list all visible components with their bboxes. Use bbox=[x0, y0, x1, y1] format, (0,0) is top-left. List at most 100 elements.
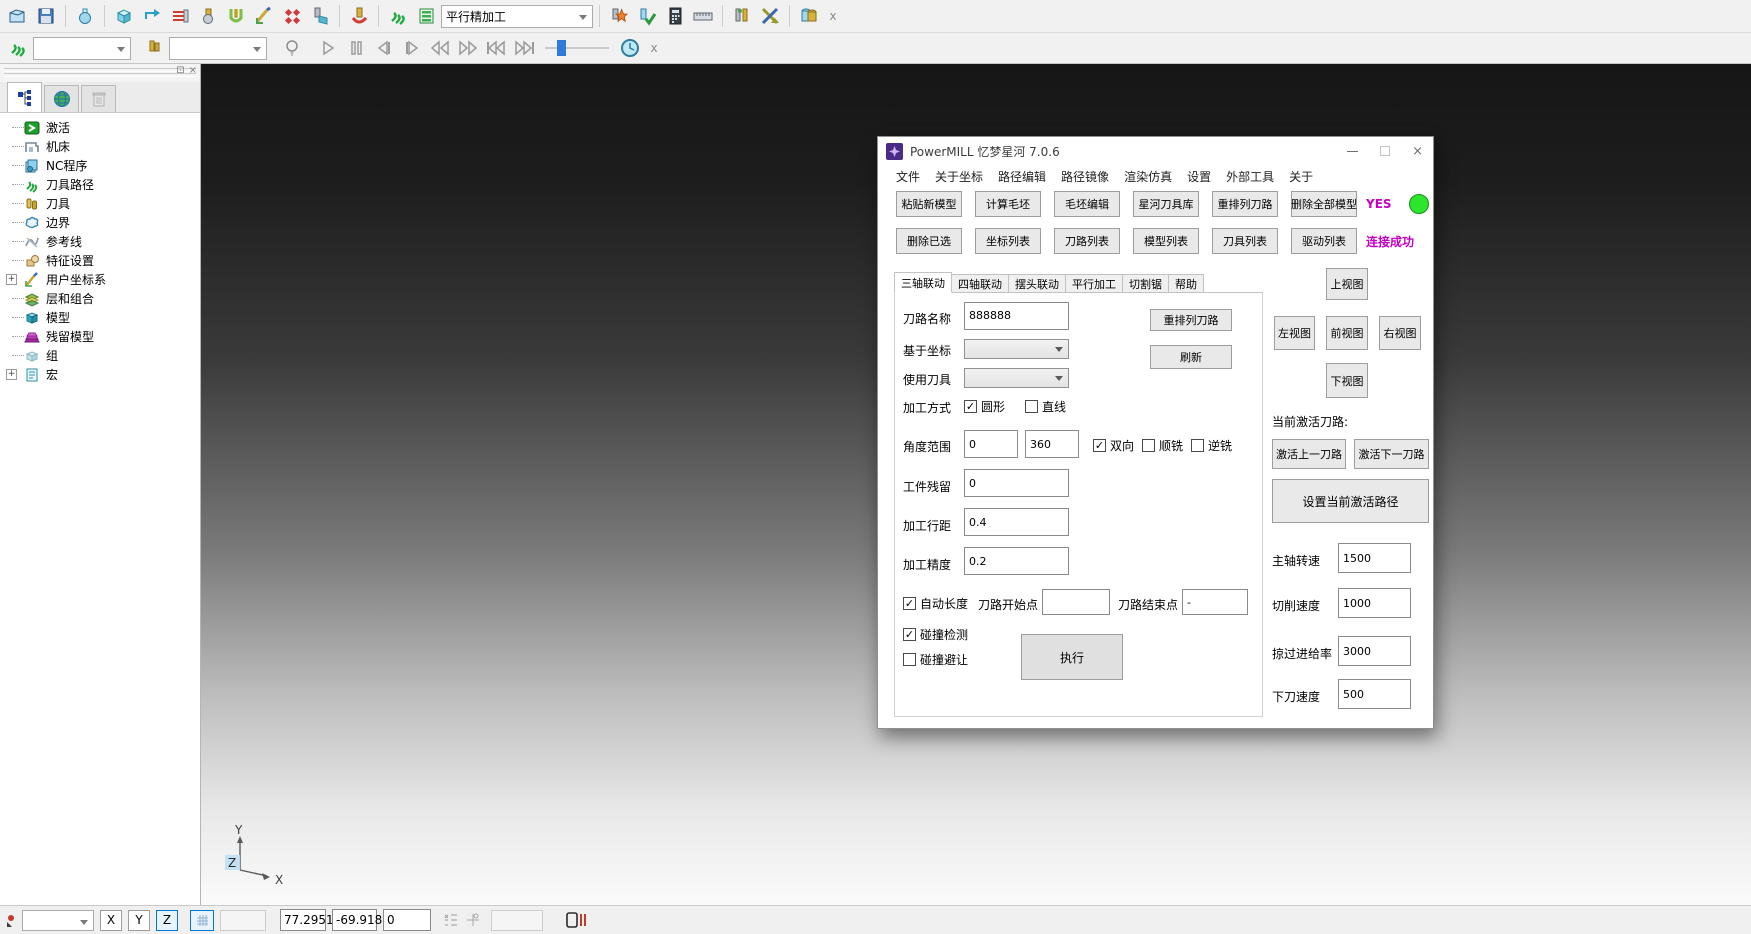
menu-render-sim[interactable]: 渲染仿真 bbox=[1124, 168, 1172, 185]
device-pause-icon[interactable] bbox=[565, 911, 587, 929]
model-list-button[interactable]: 模型列表 bbox=[1133, 228, 1199, 254]
tree-item-levels-sets[interactable]: 层和组合 bbox=[6, 289, 200, 308]
toolpath-name-input[interactable] bbox=[964, 302, 1069, 330]
calculator-icon[interactable] bbox=[662, 3, 688, 29]
menu-settings[interactable]: 设置 bbox=[1187, 168, 1211, 185]
panel-grip[interactable] bbox=[4, 73, 196, 77]
tab-explorer-tree[interactable] bbox=[7, 82, 42, 112]
tree-item-patterns[interactable]: 参考线 bbox=[6, 232, 200, 251]
xyz-list-icon[interactable] bbox=[443, 912, 459, 928]
toolpath-select-dropdown[interactable] bbox=[33, 37, 131, 60]
rewind-icon[interactable] bbox=[427, 35, 453, 61]
grid-toggle-button[interactable] bbox=[190, 910, 214, 931]
lightbulb-icon[interactable] bbox=[279, 35, 305, 61]
fast-forward-icon[interactable] bbox=[455, 35, 481, 61]
view-front-button[interactable]: 前视图 bbox=[1326, 316, 1368, 350]
go-to-start-icon[interactable] bbox=[483, 35, 509, 61]
checkbox-unchecked-icon[interactable] bbox=[1025, 400, 1038, 413]
paste-new-model-button[interactable]: 粘贴新模型 bbox=[896, 191, 962, 217]
climb-mill-checkbox[interactable]: 顺铣 bbox=[1142, 437, 1183, 454]
minimize-icon[interactable] bbox=[1347, 151, 1358, 152]
ink-bottle-icon[interactable] bbox=[72, 3, 98, 29]
delete-all-models-button[interactable]: 删除全部模型 bbox=[1291, 191, 1357, 217]
toolpath-list-button[interactable]: 刀路列表 bbox=[1054, 228, 1120, 254]
drums-icon[interactable] bbox=[796, 3, 822, 29]
checkbox-checked-icon[interactable]: ✓ bbox=[1093, 439, 1106, 452]
panel-close-icon[interactable]: × bbox=[189, 65, 197, 76]
checkbox-unchecked-icon[interactable] bbox=[1191, 439, 1204, 452]
view-bottom-button[interactable]: 下视图 bbox=[1326, 363, 1368, 398]
stock-remain-input[interactable] bbox=[964, 469, 1069, 497]
tree-item-boundaries[interactable]: 边界 bbox=[6, 213, 200, 232]
tolerance-input[interactable] bbox=[964, 547, 1069, 575]
cutting-feed-input[interactable] bbox=[1338, 588, 1411, 618]
tab-4axis[interactable]: 四轴联动 bbox=[952, 274, 1009, 293]
checkbox-unchecked-icon[interactable] bbox=[1142, 439, 1155, 452]
stock-edit-button[interactable]: 毛坯编辑 bbox=[1054, 191, 1120, 217]
menu-coords[interactable]: 关于坐标 bbox=[935, 168, 983, 185]
open-project-icon[interactable] bbox=[5, 3, 31, 29]
scatter-points-icon[interactable] bbox=[279, 3, 305, 29]
tool-select-icon[interactable] bbox=[141, 35, 167, 61]
viewport-3d[interactable]: Y Z X PowerMILL 忆梦星河 7.0.6 × 文件 bbox=[201, 64, 1751, 905]
axis-y-button[interactable]: Y bbox=[128, 910, 150, 931]
edit-workplane-icon[interactable] bbox=[251, 3, 277, 29]
rearrange-toolpaths-button[interactable]: 重排列刀路 bbox=[1212, 191, 1278, 217]
tool-ok-icon[interactable] bbox=[634, 3, 660, 29]
tool-select-dropdown[interactable] bbox=[169, 37, 267, 60]
ruler-icon[interactable] bbox=[690, 3, 716, 29]
execute-button[interactable]: 执行 bbox=[1021, 634, 1123, 680]
tree-item-workplanes[interactable]: + 用户坐标系 bbox=[6, 270, 200, 289]
tab-recycle-bin[interactable] bbox=[81, 85, 116, 112]
tree-item-models[interactable]: 模型 bbox=[6, 308, 200, 327]
set-active-path-button[interactable]: 设置当前激活路径 bbox=[1272, 479, 1429, 523]
pause-icon[interactable] bbox=[343, 35, 369, 61]
checkbox-checked-icon[interactable]: ✓ bbox=[903, 597, 916, 610]
checkbox-checked-icon[interactable]: ✓ bbox=[903, 628, 916, 641]
drive-list-button[interactable]: 驱动列表 bbox=[1291, 228, 1357, 254]
tree-item-nc-programs[interactable]: NC程序 bbox=[6, 156, 200, 175]
base-coord-dropdown[interactable] bbox=[964, 339, 1069, 359]
delete-selected-button[interactable]: 删除已选 bbox=[896, 228, 962, 254]
collision-check-checkbox[interactable]: ✓ 碰撞检测 bbox=[903, 626, 968, 643]
path-end-input[interactable] bbox=[1182, 589, 1248, 615]
tool-block-icon[interactable] bbox=[307, 3, 333, 29]
panel-grip[interactable] bbox=[4, 68, 196, 72]
block-model-icon[interactable] bbox=[111, 3, 137, 29]
angle-from-input[interactable] bbox=[964, 430, 1018, 458]
tab-3axis[interactable]: 三轴联动 bbox=[894, 272, 952, 293]
menu-path-mirror[interactable]: 路径镜像 bbox=[1061, 168, 1109, 185]
view-left-button[interactable]: 左视图 bbox=[1274, 316, 1315, 350]
axis-z-button[interactable]: Z bbox=[156, 910, 178, 931]
tab-web[interactable] bbox=[44, 85, 79, 112]
tree-item-feature-sets[interactable]: 特征设置 bbox=[6, 251, 200, 270]
tree-item-stock-models[interactable]: 残留模型 bbox=[6, 327, 200, 346]
collision-check-icon[interactable] bbox=[223, 3, 249, 29]
move-origin-icon[interactable] bbox=[465, 912, 481, 928]
go-to-end-icon[interactable] bbox=[511, 35, 537, 61]
tree-item-macros[interactable]: + 宏 bbox=[6, 365, 200, 384]
tool-list-button[interactable]: 刀具列表 bbox=[1212, 228, 1278, 254]
tab-swivel-head[interactable]: 摆头联动 bbox=[1009, 274, 1066, 293]
spindle-speed-input[interactable] bbox=[1338, 543, 1411, 573]
auto-length-checkbox[interactable]: ✓ 自动长度 bbox=[903, 595, 968, 612]
bidirectional-checkbox[interactable]: ✓ 双向 bbox=[1093, 437, 1134, 454]
tool-library-button[interactable]: 星河刀具库 bbox=[1133, 191, 1199, 217]
toolbar-close-icon[interactable]: x bbox=[824, 9, 842, 23]
tree-expander-icon[interactable]: + bbox=[6, 369, 17, 380]
use-tool-dropdown[interactable] bbox=[964, 368, 1069, 388]
panel-float-icon[interactable]: ⊡ bbox=[176, 65, 184, 76]
strategy-list-icon[interactable] bbox=[413, 3, 439, 29]
strategy-dropdown[interactable]: 平行精加工 bbox=[441, 5, 593, 28]
toolpath-icon[interactable] bbox=[385, 3, 411, 29]
checkbox-unchecked-icon[interactable] bbox=[903, 653, 916, 666]
tree-item-tools[interactable]: 刀具 bbox=[6, 194, 200, 213]
step-forward-icon[interactable] bbox=[399, 35, 425, 61]
simulation-speed-slider[interactable] bbox=[545, 39, 609, 57]
menu-path-edit[interactable]: 路径编辑 bbox=[998, 168, 1046, 185]
tab-saw[interactable]: 切割锯 bbox=[1123, 274, 1169, 293]
collision-avoid-checkbox[interactable]: 碰撞避让 bbox=[903, 651, 968, 668]
compute-stock-button[interactable]: 计算毛坯 bbox=[975, 191, 1041, 217]
swap-tools-icon[interactable] bbox=[757, 3, 783, 29]
checkbox-checked-icon[interactable]: ✓ bbox=[964, 400, 977, 413]
